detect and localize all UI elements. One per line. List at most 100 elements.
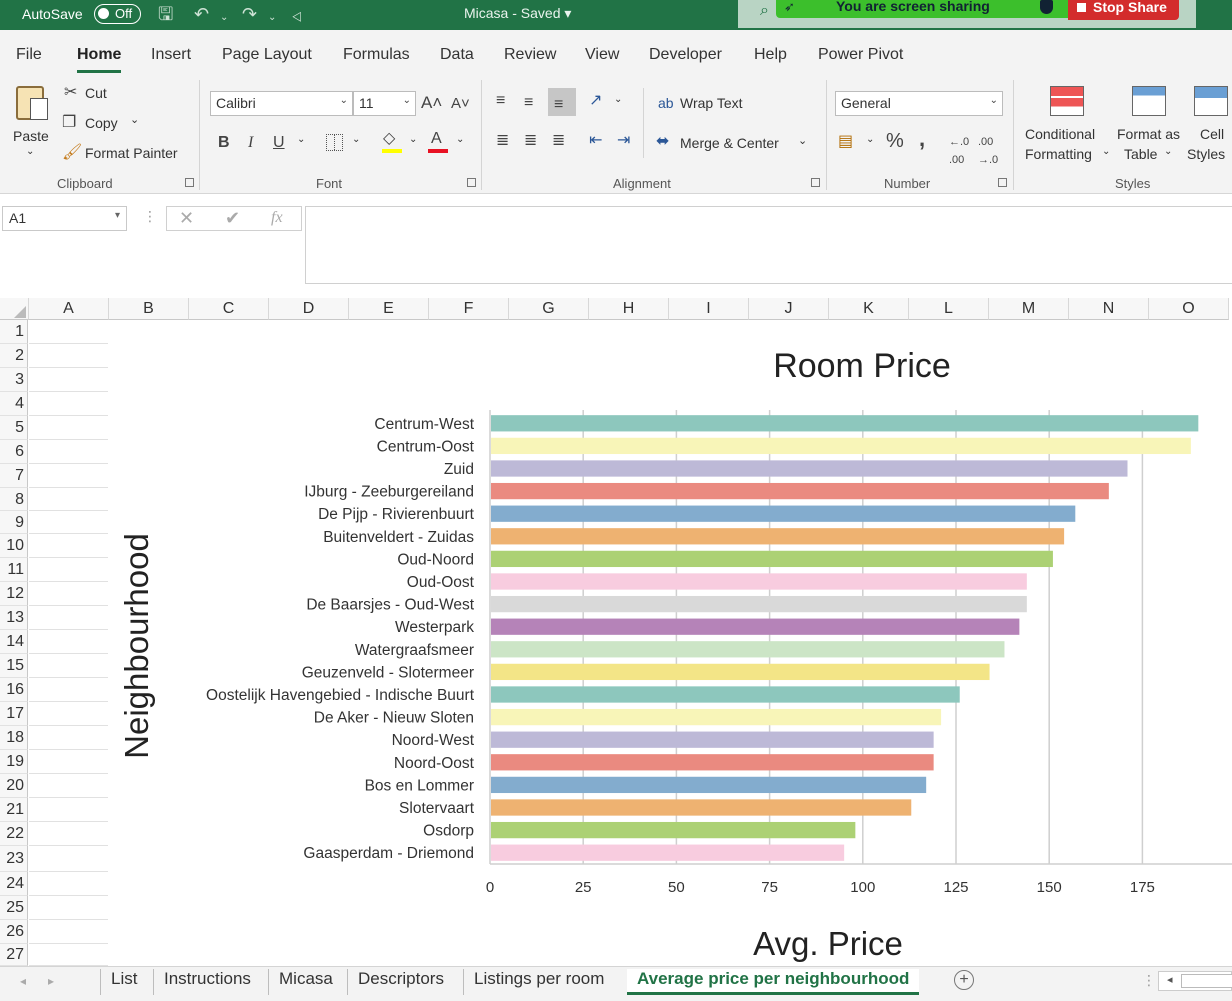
wrap-text-icon[interactable]: ab xyxy=(658,94,674,112)
percent-style-button[interactable]: % xyxy=(886,131,904,151)
document-title[interactable]: Micasa - Saved ▾ xyxy=(464,5,571,22)
save-icon[interactable]: 🖫 xyxy=(158,4,173,24)
row-header-10[interactable]: 10 xyxy=(0,534,28,558)
row-header-20[interactable]: 20 xyxy=(0,774,28,798)
redo-dropdown-icon[interactable]: ⌄ xyxy=(268,8,276,28)
decrease-font-icon[interactable]: A˅ xyxy=(451,95,470,113)
decrease-indent-icon[interactable]: ⇤ xyxy=(589,132,602,150)
column-header-h[interactable]: H xyxy=(589,298,669,320)
increase-decimal-icon[interactable]: ←.0.00 xyxy=(949,133,969,169)
conditional-formatting-button[interactable]: Conditional Formatting ⌄ xyxy=(1022,82,1114,168)
sheet-tab-listings-per-room[interactable]: Listings per room xyxy=(463,969,614,995)
column-header-b[interactable]: B xyxy=(109,298,189,320)
sheet-tab-micasa[interactable]: Micasa xyxy=(268,969,343,995)
confirm-icon[interactable]: ✔ xyxy=(225,208,240,229)
paste-button[interactable]: Paste ⌄ xyxy=(8,82,54,164)
row-header-23[interactable]: 23 xyxy=(0,846,28,872)
increase-indent-icon[interactable]: ⇥ xyxy=(617,132,630,150)
column-header-k[interactable]: K xyxy=(829,298,909,320)
font-name-select[interactable]: Calibri ⌄ xyxy=(210,91,353,116)
scrollbar-thumb[interactable] xyxy=(1181,974,1232,988)
font-color-dropdown-icon[interactable]: ⌄ xyxy=(456,134,464,145)
autosave-toggle[interactable]: Off xyxy=(94,4,141,24)
fill-color-dropdown-icon[interactable]: ⌄ xyxy=(409,134,417,145)
row-header-15[interactable]: 15 xyxy=(0,654,28,678)
column-header-e[interactable]: E xyxy=(349,298,429,320)
increase-font-icon[interactable]: A˄ xyxy=(421,94,442,112)
sheet-tab-list[interactable]: List xyxy=(100,969,147,995)
tab-insert[interactable]: Insert xyxy=(151,46,191,64)
row-header-25[interactable]: 25 xyxy=(0,896,28,920)
row-header-13[interactable]: 13 xyxy=(0,606,28,630)
fill-color-icon[interactable]: ◇ xyxy=(383,130,395,148)
scroll-left-icon[interactable]: ◂ xyxy=(1167,973,1173,986)
cell-styles-button[interactable]: Cell Styles xyxy=(1186,82,1232,168)
stop-share-button[interactable]: Stop Share xyxy=(1068,0,1179,20)
column-header-c[interactable]: C xyxy=(189,298,269,320)
merge-center-icon[interactable]: ⬌ xyxy=(656,133,669,151)
cut-icon[interactable]: ✂ xyxy=(64,84,77,102)
horizontal-scrollbar[interactable]: ◂ xyxy=(1158,971,1232,991)
select-all-corner[interactable] xyxy=(0,298,29,320)
scroll-tabs-right-icon[interactable]: ▸ xyxy=(48,974,54,988)
clipboard-launcher-icon[interactable] xyxy=(185,178,194,187)
column-header-a[interactable]: A xyxy=(29,298,109,320)
tab-view[interactable]: View xyxy=(585,46,619,64)
row-header-12[interactable]: 12 xyxy=(0,582,28,606)
tab-page-layout[interactable]: Page Layout xyxy=(222,46,312,64)
format-painter-icon[interactable]: 🖌 xyxy=(62,144,82,162)
decrease-decimal-icon[interactable]: .00 →.0 xyxy=(978,133,998,169)
insert-function-button[interactable]: fx xyxy=(271,209,283,227)
align-center-icon[interactable]: ≣ xyxy=(524,132,537,150)
font-launcher-icon[interactable] xyxy=(467,178,476,187)
font-size-select[interactable]: 11 ⌄ xyxy=(353,91,416,116)
add-sheet-icon[interactable]: + xyxy=(954,970,974,990)
row-header-7[interactable]: 7 xyxy=(0,464,28,488)
column-header-f[interactable]: F xyxy=(429,298,509,320)
row-header-8[interactable]: 8 xyxy=(0,488,28,511)
cancel-icon[interactable]: ✕ xyxy=(179,208,194,229)
tab-formulas[interactable]: Formulas xyxy=(343,46,410,64)
row-header-5[interactable]: 5 xyxy=(0,416,28,440)
accounting-dropdown-icon[interactable]: ⌄ xyxy=(866,134,874,145)
sheet-tab-average-price[interactable]: Average price per neighbourhood xyxy=(627,969,920,995)
tab-home[interactable]: Home xyxy=(77,46,122,73)
align-bottom-button[interactable]: ≡ xyxy=(548,88,576,116)
bold-button[interactable]: B xyxy=(218,134,230,152)
row-header-6[interactable]: 6 xyxy=(0,440,28,464)
row-header-17[interactable]: 17 xyxy=(0,702,28,726)
tab-help[interactable]: Help xyxy=(754,46,787,64)
name-box[interactable]: A1 ▾ xyxy=(2,206,127,231)
underline-button[interactable]: U xyxy=(273,134,285,152)
row-header-11[interactable]: 11 xyxy=(0,558,28,582)
sheet-tab-descriptors[interactable]: Descriptors xyxy=(347,969,454,995)
tab-data[interactable]: Data xyxy=(440,46,474,64)
column-header-n[interactable]: N xyxy=(1069,298,1149,320)
row-header-19[interactable]: 19 xyxy=(0,750,28,774)
customize-toolbar-icon[interactable]: ⨞ xyxy=(292,7,302,27)
row-header-16[interactable]: 16 xyxy=(0,678,28,702)
column-header-o[interactable]: O xyxy=(1149,298,1229,320)
column-header-g[interactable]: G xyxy=(509,298,589,320)
column-header-l[interactable]: L xyxy=(909,298,989,320)
orientation-icon[interactable]: ↗ xyxy=(589,92,602,110)
row-header-22[interactable]: 22 xyxy=(0,822,28,846)
row-header-9[interactable]: 9 xyxy=(0,511,28,534)
tab-power-pivot[interactable]: Power Pivot xyxy=(818,46,903,64)
align-right-icon[interactable]: ≣ xyxy=(552,132,565,150)
row-header-27[interactable]: 27 xyxy=(0,944,28,966)
merge-dropdown-icon[interactable]: ⌄ xyxy=(798,134,807,147)
row-header-24[interactable]: 24 xyxy=(0,872,28,896)
column-header-i[interactable]: I xyxy=(669,298,749,320)
underline-dropdown-icon[interactable]: ⌄ xyxy=(297,134,305,145)
borders-dropdown-icon[interactable]: ⌄ xyxy=(352,134,360,145)
copy-button[interactable]: Copy xyxy=(85,115,118,131)
undo-icon[interactable]: ↶ xyxy=(194,4,209,24)
row-header-4[interactable]: 4 xyxy=(0,392,28,416)
align-top-icon[interactable]: ≡ xyxy=(496,92,505,110)
italic-button[interactable]: I xyxy=(248,134,253,152)
redo-icon[interactable]: ↷ xyxy=(242,4,257,24)
row-header-14[interactable]: 14 xyxy=(0,630,28,654)
row-header-3[interactable]: 3 xyxy=(0,368,28,392)
row-header-1[interactable]: 1 xyxy=(0,320,28,344)
